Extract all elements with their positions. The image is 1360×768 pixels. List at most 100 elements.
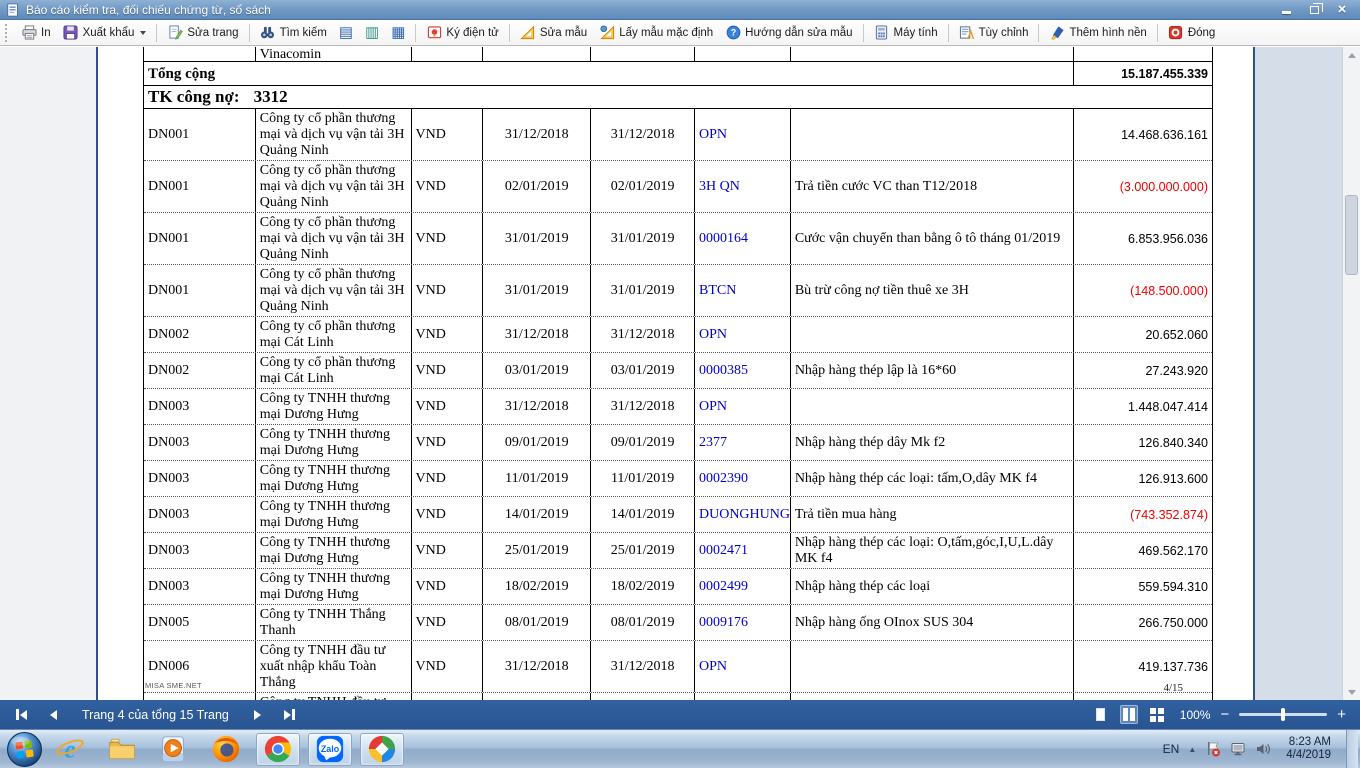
- last-page-button[interactable]: [279, 705, 301, 725]
- doc-number-link[interactable]: OPN: [695, 641, 791, 692]
- doc-number-link[interactable]: 0002471: [695, 533, 791, 568]
- restore-button[interactable]: [1306, 3, 1322, 17]
- cell-code: DN003: [144, 425, 256, 460]
- scroll-down-button[interactable]: [1343, 684, 1360, 700]
- taskbar-zalo-button[interactable]: Zalo: [308, 733, 352, 766]
- report-page-number: 4/15: [1163, 682, 1183, 694]
- cell-posted-date: 31/01/2019: [483, 693, 591, 700]
- doc-number-link[interactable]: DUONGHUNG: [695, 497, 791, 532]
- taskbar-chrome-button[interactable]: [256, 733, 300, 766]
- next-page-button[interactable]: [247, 705, 269, 725]
- doc-number-link[interactable]: BTCN: [695, 265, 791, 316]
- cell-description: [791, 641, 1074, 692]
- action-center-flag-icon[interactable]: [1205, 741, 1221, 757]
- layout-continuous-button[interactable]: [1120, 705, 1138, 724]
- export-dropdown-icon[interactable]: [140, 31, 146, 35]
- close-window-button[interactable]: ×: [1334, 3, 1350, 17]
- show-hidden-icons-button[interactable]: ▲: [1188, 745, 1196, 754]
- cell-currency: VND: [412, 389, 484, 424]
- zoom-in-button[interactable]: +: [1337, 708, 1346, 722]
- cell-code: DN003: [144, 497, 256, 532]
- view-mode-single-button[interactable]: ▤: [334, 23, 358, 42]
- help-icon: ?: [725, 25, 741, 41]
- customize-button[interactable]: Tùy chỉnh: [954, 23, 1034, 43]
- calculator-button[interactable]: Máy tính: [869, 23, 943, 43]
- cell-amount: (743.352.874): [1074, 497, 1212, 532]
- doc-number-link[interactable]: 0002390: [695, 461, 791, 496]
- report-brand-footer: MISA SME.NET: [145, 681, 202, 690]
- doc-number-link[interactable]: OPN: [695, 317, 791, 352]
- add-background-button[interactable]: Thêm hình nền: [1044, 23, 1151, 43]
- doc-number-link[interactable]: 0000164: [695, 213, 791, 264]
- chrome-icon: [263, 734, 293, 764]
- grand-total-amount: 15.187.455.339: [1074, 62, 1212, 85]
- zoom-slider[interactable]: [1239, 713, 1327, 716]
- doc-number-link[interactable]: 2377: [695, 425, 791, 460]
- digital-sign-button[interactable]: Ký điện tử: [421, 23, 503, 43]
- cell-amount: 126.913.600: [1074, 461, 1212, 496]
- doc-number-link[interactable]: 3H QN: [695, 161, 791, 212]
- layout-grid-button[interactable]: [1148, 705, 1166, 724]
- set-square-default-icon: [599, 25, 615, 41]
- cell-description: Trả tiền cước VC than T12/2018: [791, 161, 1074, 212]
- doc-number-link[interactable]: 0000385: [695, 353, 791, 388]
- cell-amount: 14.468.636.161: [1074, 109, 1212, 160]
- taskbar-media-player-button[interactable]: [152, 733, 196, 766]
- view-mode-multi-button[interactable]: ▦: [386, 23, 410, 42]
- default-template-button[interactable]: Lấy mẫu mặc định: [594, 23, 718, 43]
- cell-company: Công ty TNHH thương mại Dương Hưng: [256, 497, 412, 532]
- template-help-button[interactable]: ? Hướng dẫn sửa mẫu: [720, 23, 857, 43]
- cell-company: Vinacomin: [256, 47, 412, 61]
- edit-template-button[interactable]: Sửa mẫu: [515, 23, 592, 43]
- view-mode-continuous-button[interactable]: ▥: [360, 23, 384, 42]
- edit-page-button[interactable]: Sửa trang: [162, 23, 243, 43]
- cell-code: DN003: [144, 569, 256, 604]
- print-button[interactable]: In: [16, 23, 56, 43]
- zoom-slider-thumb[interactable]: [1281, 708, 1285, 721]
- set-square-icon: [520, 25, 536, 41]
- close-report-button[interactable]: Đóng: [1163, 23, 1221, 43]
- start-button[interactable]: [6, 731, 43, 768]
- cell-company: Công ty TNHH thương mại Dương Hưng: [256, 461, 412, 496]
- show-desktop-button[interactable]: [1346, 730, 1358, 768]
- system-tray: EN ▲: [1163, 730, 1360, 768]
- taskbar-firefox-button[interactable]: [204, 733, 248, 766]
- taskbar-windows-explorer-button[interactable]: [100, 733, 144, 766]
- vertical-scrollbar[interactable]: [1342, 47, 1360, 700]
- doc-number-link[interactable]: 0002499: [695, 569, 791, 604]
- scrollbar-thumb[interactable]: [1345, 195, 1358, 275]
- export-button[interactable]: Xuất khẩu: [58, 23, 152, 43]
- doc-number-link[interactable]: 0000261: [695, 693, 791, 700]
- scroll-up-button[interactable]: [1343, 47, 1360, 63]
- language-indicator[interactable]: EN: [1163, 742, 1180, 756]
- search-button[interactable]: Tìm kiếm: [255, 23, 332, 43]
- cell-description: Nhập hàng thép lập là 16*60: [791, 353, 1074, 388]
- folder-icon: [107, 734, 137, 764]
- cell-posted-date: 03/01/2019: [483, 353, 591, 388]
- cell-doc-date: 31/12/2018: [591, 389, 695, 424]
- cell-amount: 469.562.170: [1074, 533, 1212, 568]
- minimize-button[interactable]: [1278, 3, 1294, 17]
- doc-number-link[interactable]: 0009176: [695, 605, 791, 640]
- first-page-button[interactable]: [10, 705, 32, 725]
- viewer-left-gutter: [0, 47, 96, 700]
- cell-amount: 419.137.736: [1074, 641, 1212, 692]
- cell-doc-date: 31/12/2018: [591, 641, 695, 692]
- layout-single-page-button[interactable]: [1092, 705, 1110, 724]
- previous-page-button[interactable]: [42, 705, 64, 725]
- taskbar-clock[interactable]: 8:23 AM 4/4/2019: [1280, 736, 1337, 762]
- table-row: DN001Công ty cổ phần thương mại và dịch …: [144, 265, 1212, 317]
- table-row: DN003Công ty TNHH thương mại Dương HưngV…: [144, 497, 1212, 533]
- volume-icon[interactable]: [1255, 741, 1271, 757]
- doc-number-link[interactable]: OPN: [695, 109, 791, 160]
- zoom-out-button[interactable]: −: [1220, 708, 1229, 722]
- digital-signature-icon: [426, 25, 442, 41]
- cell-company: Công ty TNHH thương mại Dương Hưng: [256, 425, 412, 460]
- cell-currency: VND: [412, 213, 484, 264]
- taskbar-internet-explorer-button[interactable]: e: [48, 733, 92, 766]
- title-bar: Báo cáo kiểm tra, đối chiếu chứng từ, sổ…: [0, 0, 1360, 20]
- network-icon[interactable]: [1230, 741, 1246, 757]
- doc-number-link[interactable]: OPN: [695, 389, 791, 424]
- taskbar-misa-button[interactable]: [360, 733, 404, 766]
- cell-company: Công ty cổ phần thương mại và dịch vụ vậ…: [256, 265, 412, 316]
